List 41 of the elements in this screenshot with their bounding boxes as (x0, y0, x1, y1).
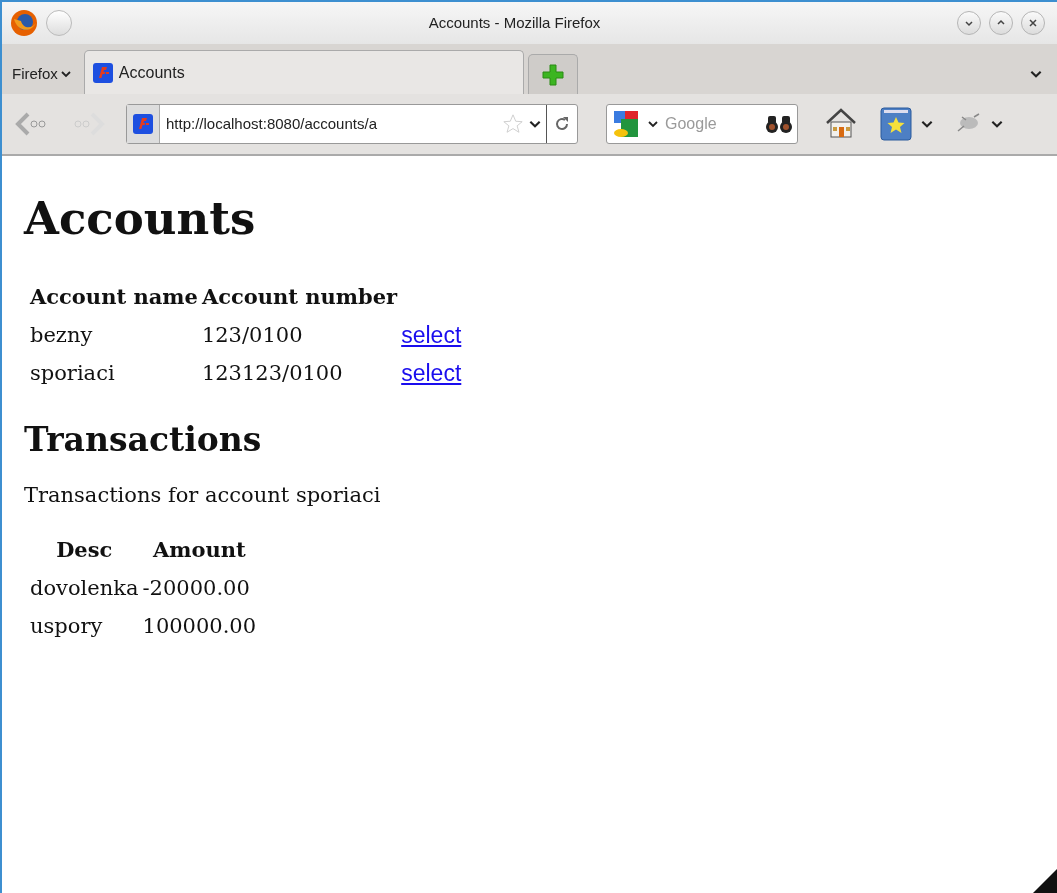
close-icon (1027, 17, 1039, 29)
favicon-icon (133, 114, 153, 134)
url-text: http://localhost:8080/accounts/a (166, 113, 378, 134)
page-heading: Accounts (24, 196, 257, 241)
table-cell-text: sporiaci (30, 360, 116, 387)
table-cell-text: dovolenka (30, 574, 139, 602)
firefox-menu-button[interactable]: Firefox (12, 54, 80, 94)
bookmark-book-icon[interactable] (880, 107, 912, 141)
binoculars-icon[interactable] (765, 114, 793, 134)
table-cell-text: 100000.00 (142, 612, 257, 640)
search-placeholder: Google (665, 114, 718, 134)
section-heading: Transactions (24, 423, 263, 456)
table-cell-text: -20000.00 (142, 574, 251, 602)
plus-icon (540, 62, 565, 87)
address-bar[interactable]: http://localhost:8080/accounts/a (126, 104, 578, 144)
table-cell-text: 123/0100 (201, 322, 304, 349)
column-header: Account name (30, 283, 198, 311)
google-logo-icon[interactable] (611, 109, 641, 139)
table-cell-text: bezny (30, 322, 94, 349)
menu-caret-icon[interactable] (59, 68, 72, 80)
caption-text: Transactions for account sporiaci (24, 482, 382, 509)
browser-tab[interactable]: Accounts (83, 50, 524, 94)
column-header: Amount (151, 535, 247, 564)
column-header: Account number (201, 283, 398, 311)
minimize-button[interactable] (957, 11, 981, 35)
column-header: Desc (55, 535, 114, 564)
select-link[interactable]: select (401, 359, 462, 386)
favicon-icon (92, 62, 113, 83)
home-icon[interactable] (824, 107, 858, 141)
table-cell-text: uspory (30, 612, 104, 640)
reload-icon[interactable] (553, 115, 571, 133)
engine-caret-icon[interactable] (647, 118, 659, 130)
select-link[interactable]: select (401, 321, 462, 348)
close-button[interactable] (1021, 11, 1045, 35)
table-cell-text: 123123/0100 (201, 360, 344, 387)
tab-title: Accounts (118, 62, 185, 83)
firefox-logo-icon[interactable] (10, 9, 38, 37)
window-title: Accounts - Mozilla Firefox (427, 12, 602, 33)
resize-grip-icon[interactable] (1033, 869, 1057, 893)
maximize-button[interactable] (989, 11, 1013, 35)
star-icon[interactable] (502, 113, 524, 135)
